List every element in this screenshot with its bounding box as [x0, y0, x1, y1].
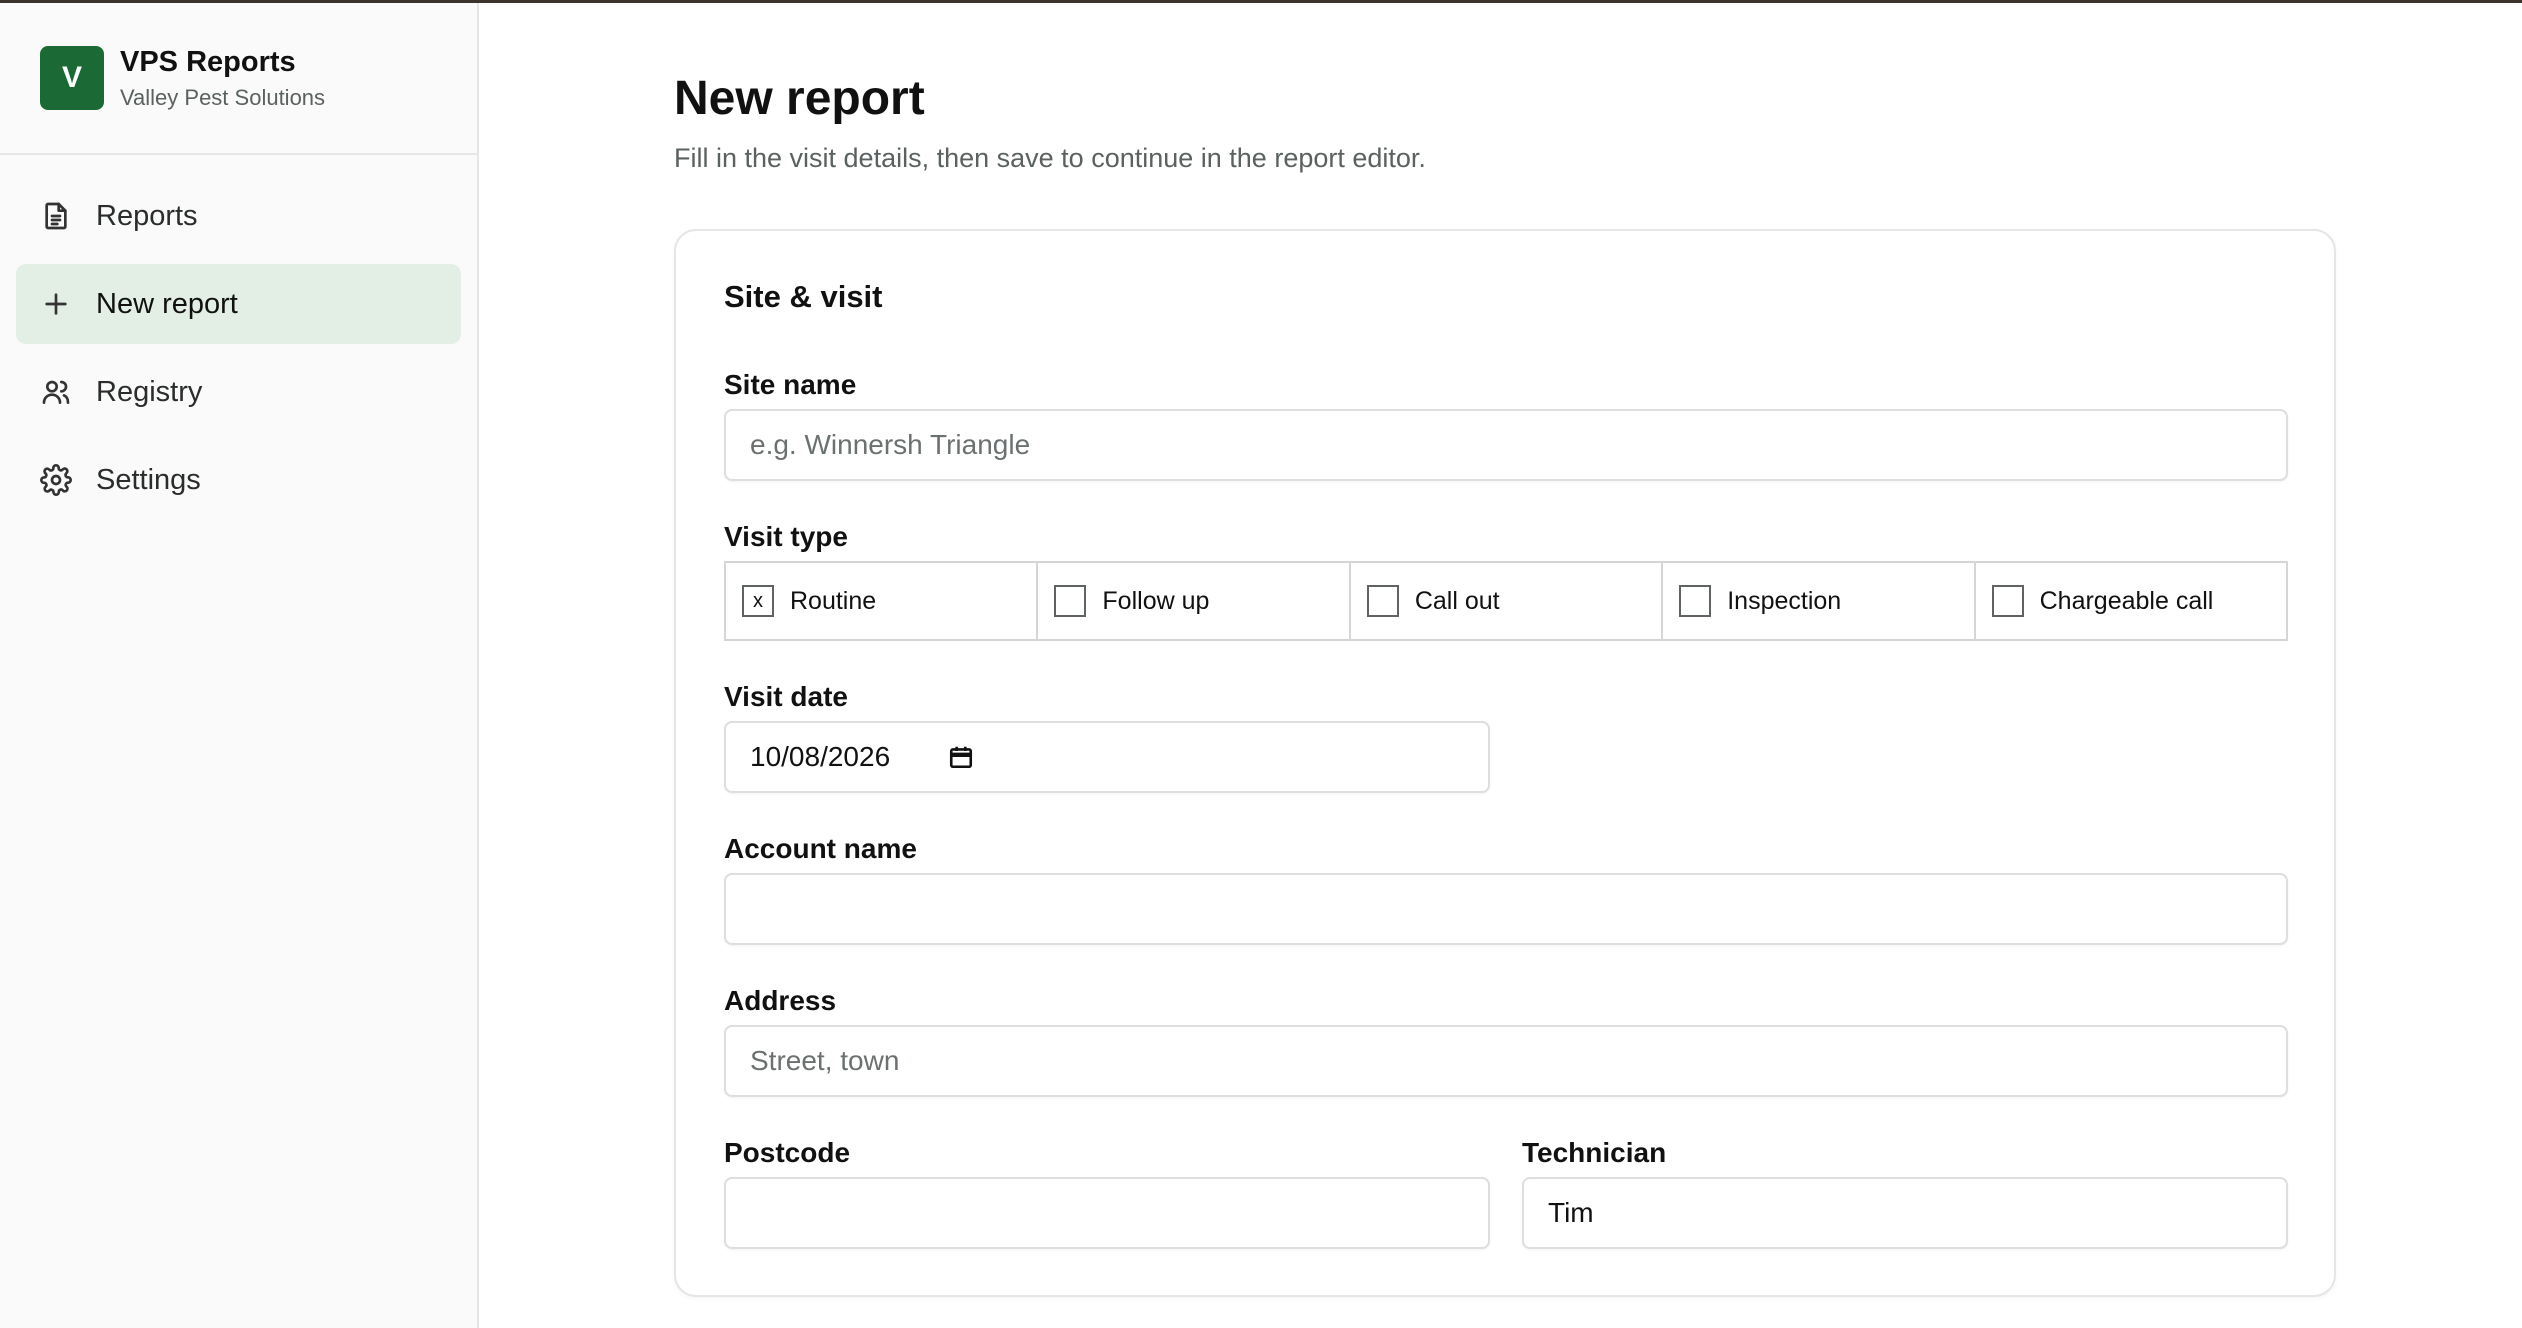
gear-icon — [40, 464, 72, 496]
sidebar-item-registry[interactable]: Registry — [16, 352, 461, 432]
card-title: Site & visit — [724, 279, 883, 314]
visit-date-label: Visit date — [724, 681, 848, 712]
technician-label: Technician — [1522, 1137, 1667, 1168]
postcode-label: Postcode — [724, 1137, 851, 1168]
site-name-placeholder: e.g. Winnersh Triangle — [750, 429, 1031, 460]
sidebar-item-label: Reports — [96, 199, 198, 232]
visit-type-follow-up[interactable]: Follow up — [1038, 563, 1351, 639]
account-name-label: Account name — [724, 833, 917, 864]
postcode-input[interactable] — [724, 1177, 1490, 1249]
sidebar-nav: Reports New report Registry Settings — [0, 155, 477, 520]
visit-type-routine[interactable]: x Routine — [726, 563, 1039, 639]
visit-type-chargeable-call[interactable]: Chargeable call — [1976, 563, 2286, 639]
brand-logo: V — [40, 46, 104, 110]
visit-type-label-routine: Routine — [790, 586, 877, 615]
technician-value: Tim — [1548, 1197, 1594, 1228]
address-label: Address — [724, 985, 837, 1016]
brand-header: V VPS Reports Valley Pest Solutions — [0, 3, 477, 155]
calendar-icon[interactable] — [948, 744, 974, 770]
visit-type-call-out[interactable]: Call out — [1351, 563, 1664, 639]
sidebar-item-reports[interactable]: Reports — [16, 176, 461, 256]
account-name-input[interactable] — [724, 873, 2288, 945]
sidebar-item-new-report[interactable]: New report — [16, 264, 461, 344]
sidebar-item-label: Settings — [96, 463, 201, 496]
technician-input[interactable]: Tim — [1522, 1177, 2288, 1249]
visit-type-label-chargeable-call: Chargeable call — [2039, 586, 2214, 615]
checkbox-chargeable-call[interactable] — [1991, 585, 2024, 617]
address-placeholder: Street, town — [750, 1045, 900, 1076]
visit-date-value: 10/08/2026 — [750, 741, 891, 772]
plus-icon — [40, 288, 72, 320]
sidebar-item-label: Registry — [96, 375, 203, 408]
sidebar-item-settings[interactable]: Settings — [16, 440, 461, 520]
address-input[interactable]: Street, town — [724, 1025, 2288, 1097]
visit-type-label: Visit type — [724, 521, 848, 552]
site-visit-card: Site & visit Site name e.g. Winnersh Tri… — [674, 229, 2336, 1297]
site-name-input[interactable]: e.g. Winnersh Triangle — [724, 409, 2288, 481]
app-title: VPS Reports — [120, 45, 296, 78]
checkbox-routine[interactable]: x — [742, 585, 774, 617]
visit-type-label-call-out: Call out — [1414, 586, 1500, 615]
checkbox-call-out[interactable] — [1366, 585, 1399, 617]
page-subtitle: Fill in the visit details, then save to … — [674, 143, 1426, 173]
visit-type-inspection[interactable]: Inspection — [1663, 563, 1976, 639]
visit-type-label-inspection: Inspection — [1727, 586, 1842, 615]
sidebar: V VPS Reports Valley Pest Solutions Repo… — [0, 3, 479, 1328]
brand-text: VPS Reports Valley Pest Solutions — [120, 46, 325, 111]
visit-type-label-follow-up: Follow up — [1102, 586, 1210, 615]
visit-date-input[interactable]: 10/08/2026 — [724, 721, 1490, 793]
checkbox-follow-up[interactable] — [1054, 585, 1087, 617]
checkbox-inspection[interactable] — [1679, 585, 1712, 617]
document-icon — [40, 200, 72, 232]
users-icon — [40, 376, 72, 408]
site-name-label: Site name — [724, 369, 857, 400]
page-title: New report — [674, 72, 925, 125]
sidebar-item-label: New report — [96, 287, 238, 320]
company-name: Valley Pest Solutions — [120, 84, 326, 110]
visit-type-group: x Routine Follow up Call out Inspection … — [724, 561, 2288, 641]
